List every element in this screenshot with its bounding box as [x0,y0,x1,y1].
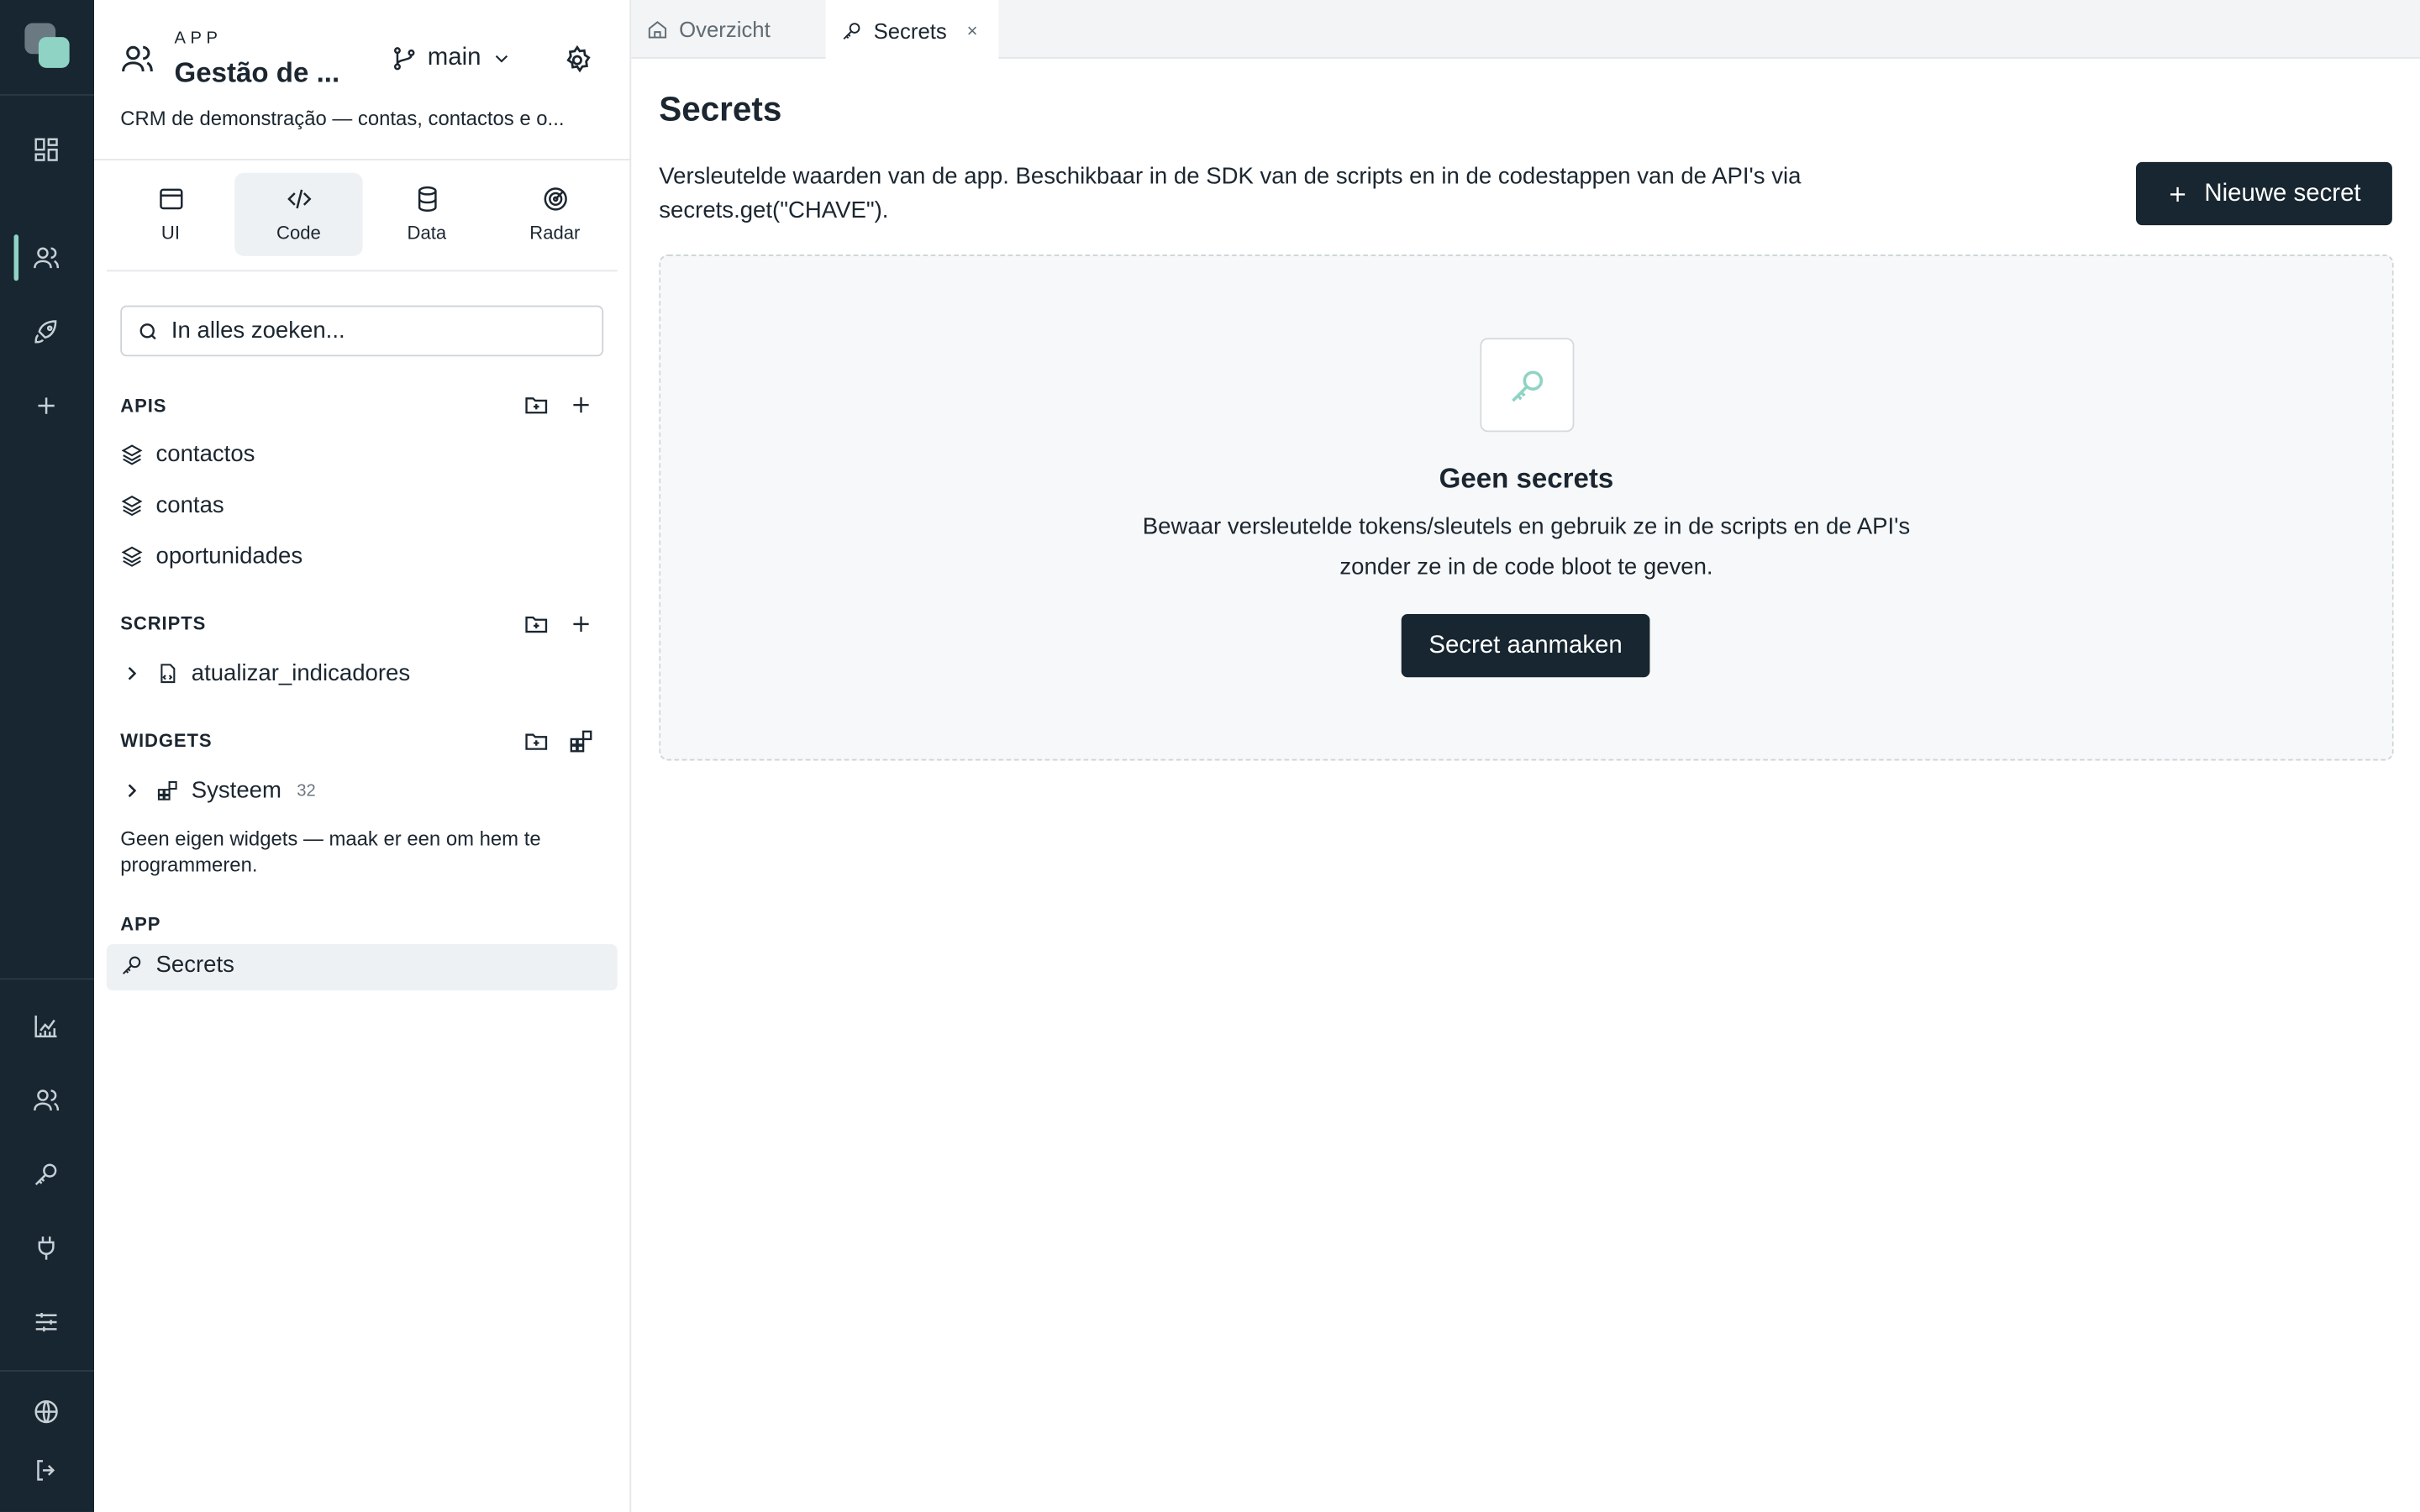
chevron-down-icon [495,55,508,63]
code-icon [287,189,311,209]
editor-tabs: Overzicht Secrets × [631,0,2420,60]
layers-icon [121,444,143,465]
divider [0,94,95,96]
tab-label: Radar [529,222,581,244]
new-secret-button[interactable]: Nieuwe secret [2135,161,2392,226]
left-rail [0,0,95,1512]
widgets-empty-hint: Geen eigen widgets — maak er een om hem … [120,827,541,877]
create-secret-button[interactable]: Secret aanmaken [1401,614,1650,678]
secrets-item-label: Secrets [155,952,234,979]
database-icon [417,186,436,212]
users-icon[interactable] [29,241,63,275]
api-item[interactable]: contas [120,492,224,518]
app-kicker: APP [174,29,223,48]
folder-plus-icon[interactable] [523,728,550,754]
secrets-item[interactable]: Secrets [120,952,234,978]
window-icon [159,188,182,210]
section-title-widgets: WIDGETS [120,729,213,752]
plus-icon[interactable] [568,611,594,637]
divider [94,159,632,161]
sliders-icon[interactable] [29,1305,63,1339]
app-description: CRM de demonstração — contas, contactos … [120,106,565,130]
divider [0,978,95,980]
tab-secrets[interactable]: Secrets × [825,0,999,60]
section-actions [523,611,594,637]
section-title-scripts: SCRIPTS [120,612,207,634]
plug-icon[interactable] [29,1231,63,1265]
plus-icon[interactable] [29,389,63,423]
button-label: Nieuwe secret [2204,179,2361,207]
layers-icon [121,546,143,567]
dashboard-icon[interactable] [29,133,63,166]
close-icon[interactable]: × [967,19,978,41]
page-description: Versleutelde waarden van de app. Beschik… [659,163,1802,224]
folder-plus-icon[interactable] [523,611,550,637]
key-icon[interactable] [29,1158,63,1191]
key-icon [843,22,860,39]
tab-label: Code [276,222,321,244]
radar-icon [543,187,566,211]
api-item-label: contas [155,491,224,519]
script-file-icon [160,664,176,684]
empty-state: Geen secrets Bewaar versleutelde tokens/… [659,255,2394,761]
widgets-icon [157,780,177,801]
api-item[interactable]: oportunidades [120,543,302,570]
tab-label: Secrets [873,18,947,43]
rail-active-indicator [13,234,19,281]
tab-label: Data [407,222,447,244]
widgets-add-icon[interactable] [568,728,594,754]
empty-text: Bewaar versleutelde tokens/sleutels en g… [1142,513,1911,580]
tab-label: UI [160,222,180,244]
section-title-apis: APIS [120,395,167,417]
divider [106,270,618,272]
search-placeholder: In alles zoeken... [171,318,345,344]
widget-group-label: Systeem [191,777,281,804]
tab-overzicht[interactable]: Overzicht [631,0,825,59]
key-icon [1480,338,1575,433]
chart-icon[interactable] [29,1009,63,1042]
script-item-label: atualizar_indicadores [191,660,411,687]
logo[interactable] [24,23,71,70]
gear-icon[interactable] [562,45,593,76]
users-icon [120,42,154,76]
branch-name: main [427,45,481,71]
branch-icon [393,47,415,71]
tab-radar[interactable]: Radar [491,173,618,256]
key-icon [122,956,141,974]
tab-label: Overzicht [679,17,771,42]
logout-icon[interactable] [29,1453,63,1487]
api-item[interactable]: contactos [120,441,255,468]
section-title-app: APP [120,913,161,936]
search-input[interactable]: In alles zoeken... [120,305,604,357]
api-item-label: oportunidades [155,543,303,570]
users-icon[interactable] [29,1083,63,1116]
plus-icon [2170,186,2186,202]
chevron-right-icon[interactable] [120,780,144,803]
page-title: Secrets [659,89,782,129]
widget-group-item[interactable]: Systeem 32 [120,778,316,804]
divider [0,1369,95,1372]
branch-selector[interactable]: main [391,45,513,72]
section-actions [523,392,594,418]
folder-plus-icon[interactable] [523,392,550,418]
count-badge: 32 [297,781,316,801]
tab-code[interactable]: Code [234,172,363,256]
api-item-label: contactos [155,441,255,468]
home-icon [648,21,667,39]
section-actions [523,728,594,754]
app-name[interactable]: Gestão de ... [175,57,340,90]
empty-title: Geen secrets [1439,463,1614,494]
chevron-right-icon[interactable] [120,662,144,685]
layers-icon [121,496,143,517]
plus-icon[interactable] [568,392,594,418]
search-icon [139,323,156,339]
script-item[interactable]: atualizar_indicadores [120,660,410,686]
globe-icon[interactable] [29,1394,63,1428]
tab-ui[interactable]: UI [107,173,234,256]
tab-data[interactable]: Data [363,173,491,256]
mode-tabs: UI Code Data Radar [107,172,619,260]
rocket-icon[interactable] [29,315,63,349]
sidebar: APP Gestão de ... main CRM de demonstraç… [94,0,632,1512]
